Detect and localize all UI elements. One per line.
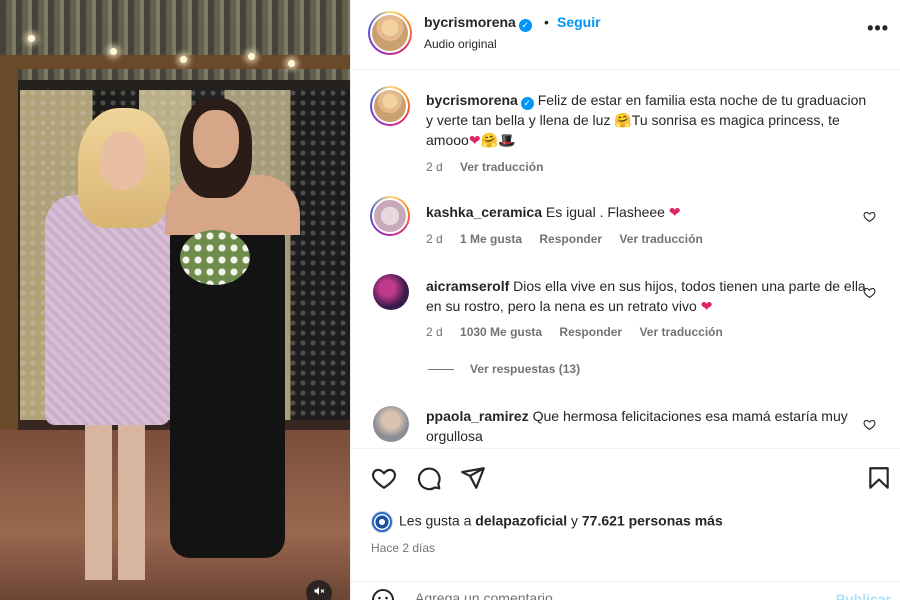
emoji-picker-icon[interactable]	[371, 588, 395, 600]
person-right-face	[193, 110, 239, 168]
likes-prefix: Les gusta a	[399, 512, 472, 529]
string-light	[180, 56, 187, 63]
audio-label[interactable]: Audio original	[424, 37, 497, 51]
comment-item: aicramserolf Dios ella vive en sus hijos…	[373, 272, 883, 342]
speaker-muted-icon[interactable]	[306, 580, 332, 600]
string-light	[28, 35, 35, 42]
liked-by-username[interactable]: delapazoficial	[475, 513, 567, 529]
comment-meta: 2 d 1030 Me gusta Responder Ver traducci…	[426, 325, 737, 339]
verified-badge-icon: ✓	[518, 19, 532, 32]
likes-summary: Les gusta a delapazoficial y 77.621 pers…	[371, 511, 723, 533]
comment-likes[interactable]: 1030 Me gusta	[460, 325, 542, 339]
hug-emoji-icon: 🤗	[480, 132, 498, 148]
commenter-avatar[interactable]	[373, 274, 409, 310]
view-replies-label[interactable]: Ver respuestas (13)	[470, 362, 580, 376]
heart-icon[interactable]	[371, 465, 397, 491]
post-header: bycrismorena ✓ • Seguir Audio original ••…	[351, 0, 900, 70]
person-left-dress	[45, 195, 170, 425]
translate-link[interactable]: Ver traducción	[460, 160, 543, 174]
like-comment-heart-icon[interactable]	[863, 286, 876, 299]
comment-text: kashka_ceramica Es igual . Flasheee ❤	[426, 202, 871, 222]
post-caption: bycrismorena ✓ Feliz de estar en familia …	[370, 86, 883, 176]
author-name-row: bycrismorena ✓	[424, 14, 532, 32]
like-comment-heart-icon[interactable]	[863, 210, 876, 223]
liker-avatar[interactable]	[371, 511, 393, 533]
reply-button[interactable]: Responder	[559, 325, 622, 339]
caption-time[interactable]: 2 d	[426, 160, 443, 174]
bookmark-icon[interactable]	[866, 465, 892, 491]
comment-username[interactable]: kashka_ceramica	[426, 204, 542, 220]
comment-text: aicramserolf Dios ella vive en sus hijos…	[426, 276, 871, 316]
comment-username[interactable]: ppaola_ramirez	[426, 408, 529, 424]
post-side-panel: bycrismorena ✓ • Seguir Audio original ••…	[350, 0, 900, 600]
post-actions: Les gusta a delapazoficial y 77.621 pers…	[351, 448, 900, 600]
comment-item: ppaola_ramirez Que hermosa felicitacione…	[373, 404, 883, 448]
string-light	[110, 48, 117, 55]
follow-button[interactable]: Seguir	[557, 14, 601, 30]
comment-item: kashka_ceramica Es igual . Flasheee ❤ 2 …	[370, 196, 883, 256]
share-icon[interactable]	[460, 465, 486, 491]
person-left-legs	[85, 420, 145, 580]
translate-link[interactable]: Ver traducción	[639, 325, 722, 339]
post-time[interactable]: Hace 2 días	[371, 541, 435, 555]
likes-count[interactable]: 77.621 personas más	[582, 513, 723, 529]
comment-text: ppaola_ramirez Que hermosa felicitacione…	[426, 406, 871, 446]
flower-bouquet	[180, 230, 250, 285]
publish-button[interactable]: Publicar	[836, 591, 891, 600]
string-light	[288, 60, 295, 67]
caption-meta: 2 d Ver traducción	[426, 160, 557, 174]
wooden-beam	[0, 55, 350, 69]
verified-badge-icon: ✓	[520, 97, 534, 110]
translate-link[interactable]: Ver traducción	[619, 232, 702, 246]
add-comment-bar: Publicar	[351, 581, 900, 600]
red-heart-emoji-icon: ❤	[700, 298, 713, 314]
more-options-icon[interactable]: •••	[867, 18, 889, 39]
author-username[interactable]: bycrismorena	[424, 14, 516, 30]
caption-username[interactable]: bycrismorena	[426, 92, 518, 108]
likes-joiner: y	[570, 512, 578, 529]
like-comment-heart-icon[interactable]	[863, 418, 876, 431]
caption-text: bycrismorena ✓ Feliz de estar en familia …	[426, 90, 871, 150]
comment-time[interactable]: 2 d	[426, 232, 443, 246]
comment-icon[interactable]	[416, 465, 442, 491]
comment-username[interactable]: aicramserolf	[426, 278, 509, 294]
post-photo[interactable]	[0, 0, 350, 600]
comment-input[interactable]	[415, 590, 815, 600]
comment-meta: 2 d 1 Me gusta Responder Ver traducción	[426, 232, 717, 246]
reply-button[interactable]: Responder	[539, 232, 602, 246]
replies-divider-line	[428, 369, 454, 371]
comment-body: Es igual . Flasheee	[545, 204, 665, 220]
comment-time[interactable]: 2 d	[426, 325, 443, 339]
commenter-avatar[interactable]	[370, 196, 410, 236]
string-light	[248, 53, 255, 60]
caption-author-avatar[interactable]	[370, 86, 410, 126]
red-heart-emoji-icon: ❤	[668, 204, 681, 220]
wooden-post	[0, 60, 18, 460]
comment-likes[interactable]: 1 Me gusta	[460, 232, 522, 246]
person-left-face	[100, 132, 146, 190]
top-hat-emoji-icon: 🎩	[497, 132, 516, 148]
view-replies-button[interactable]: Ver respuestas (13)	[428, 362, 580, 376]
commenter-avatar[interactable]	[373, 406, 409, 442]
red-heart-emoji-icon: ❤	[468, 132, 481, 148]
hug-emoji-icon: 🤗	[614, 112, 632, 128]
author-avatar[interactable]	[368, 11, 412, 55]
